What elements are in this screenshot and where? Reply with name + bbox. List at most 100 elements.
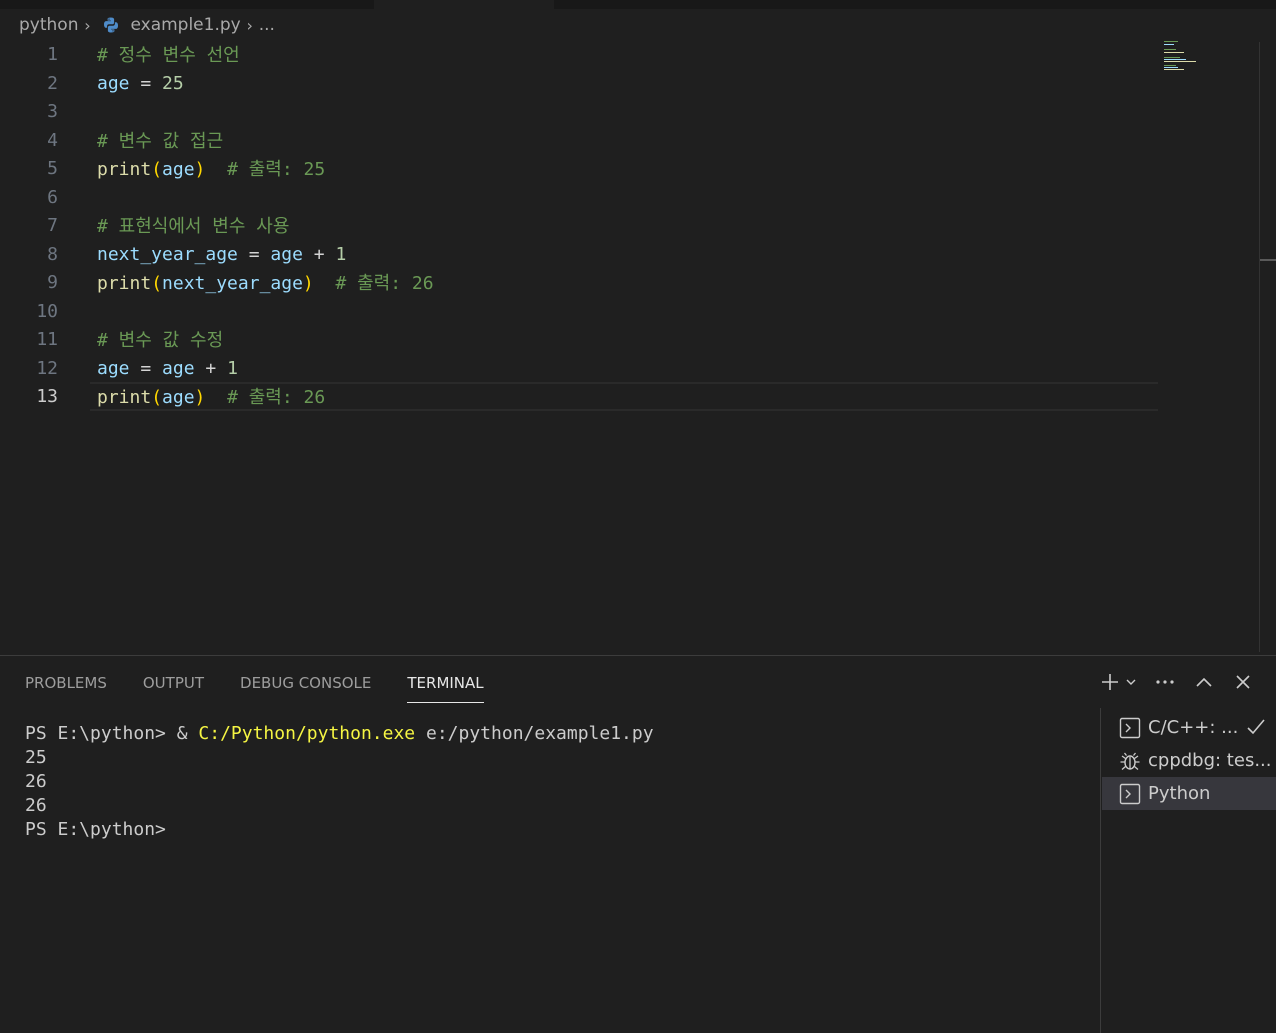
bottom-panel: PROBLEMS OUTPUT DEBUG CONSOLE TERMINAL P…: [0, 655, 1276, 1033]
code-line[interactable]: 1 # 정수 변수 선언: [0, 40, 1160, 68]
terminal-icon: [1119, 717, 1141, 738]
terminal-command-line: PS E:\python> & C:/Python/python.exe e:/…: [25, 722, 654, 746]
code-line[interactable]: 9 print(next_year_age) # 출력: 26: [0, 268, 1160, 296]
debug-bug-icon: [1120, 752, 1140, 770]
line-number: 11: [36, 328, 58, 350]
code-comment: # 출력: 26: [205, 387, 326, 408]
code-comment: # 정수 변수 선언: [97, 45, 240, 66]
line-number: 9: [47, 271, 58, 293]
breadcrumb: python › example1.py › ...: [19, 12, 275, 38]
code-operator: +: [194, 357, 228, 379]
panel-tab-bar: PROBLEMS OUTPUT DEBUG CONSOLE TERMINAL: [0, 656, 495, 708]
code-comment: # 변수 값 접근: [97, 131, 224, 152]
maximize-panel-icon[interactable]: [1191, 669, 1217, 695]
breadcrumb-folder[interactable]: python: [19, 15, 78, 35]
terminal-output-line: 26: [25, 795, 47, 816]
tab-problems[interactable]: PROBLEMS: [25, 656, 107, 708]
code-line[interactable]: 13 print(age) # 출력: 26: [0, 382, 1160, 410]
breadcrumb-file[interactable]: example1.py: [130, 15, 240, 35]
code-number: 1: [227, 357, 238, 379]
code-line[interactable]: 8 next_year_age = age + 1: [0, 240, 1160, 268]
check-icon: [1247, 719, 1265, 735]
add-terminal-icon[interactable]: [1099, 669, 1121, 695]
terminal-list-item[interactable]: cppdbg: tes...: [1102, 744, 1276, 777]
code-variable: age: [162, 387, 195, 408]
tab-terminal[interactable]: TERMINAL: [407, 656, 484, 708]
terminal-list-item[interactable]: Python: [1102, 777, 1276, 810]
code-function: print: [97, 387, 152, 408]
code-number: 25: [162, 72, 184, 94]
code-function: print: [97, 159, 152, 180]
terminal-ampersand: &: [176, 723, 199, 744]
terminal-output-line: 26: [25, 771, 47, 792]
code-line[interactable]: 11 # 변수 값 수정: [0, 325, 1160, 353]
code-bracket: ): [194, 159, 206, 180]
code-variable: age: [270, 243, 303, 265]
code-line[interactable]: 10: [0, 297, 1160, 325]
terminal-list-label: Python: [1148, 783, 1211, 804]
code-line[interactable]: 3: [0, 97, 1160, 125]
code-comment: # 출력: 25: [205, 159, 326, 180]
code-bracket: (: [151, 273, 163, 294]
code-line[interactable]: 2 age = 25: [0, 69, 1160, 97]
chevron-right-icon: ›: [84, 15, 91, 35]
code-function: print: [97, 273, 152, 294]
terminal-prompt: PS E:\python>: [25, 819, 166, 840]
editor-tab-strip: [0, 0, 1276, 9]
code-variable: age: [162, 159, 195, 180]
code-variable: age: [97, 357, 130, 379]
code-comment: # 표현식에서 변수 사용: [97, 216, 290, 237]
panel-actions: [1099, 668, 1256, 696]
line-number: 10: [36, 300, 58, 322]
close-icon[interactable]: [1230, 669, 1256, 695]
line-number: 3: [47, 100, 58, 122]
terminal-prompt: PS E:\python>: [25, 723, 177, 744]
line-number: 7: [47, 214, 58, 236]
breadcrumb-more[interactable]: ...: [259, 15, 275, 35]
code-operator: =: [129, 357, 163, 379]
tab-output[interactable]: OUTPUT: [143, 656, 204, 708]
line-number: 13: [36, 385, 58, 407]
code-line[interactable]: 6: [0, 183, 1160, 211]
code-variable: next_year_age: [97, 243, 238, 265]
code-bracket: (: [151, 387, 163, 408]
line-number: 6: [47, 186, 58, 208]
code-line[interactable]: 5 print(age) # 출력: 25: [0, 154, 1160, 182]
minimap[interactable]: [1160, 40, 1210, 72]
code-variable: age: [162, 357, 195, 379]
code-comment: # 출력: 26: [313, 273, 434, 294]
terminal-list: C/C++: ... cppdbg: tes... Python: [1100, 708, 1276, 1033]
more-icon[interactable]: [1152, 669, 1178, 695]
line-number: 12: [36, 357, 58, 379]
scrollbar-cursor-marker: [1260, 259, 1276, 261]
tab-debug-console[interactable]: DEBUG CONSOLE: [240, 656, 371, 708]
code-bracket: ): [302, 273, 314, 294]
terminal-icon: [1119, 783, 1141, 804]
code-editor[interactable]: 1 # 정수 변수 선언 2 age = 25 3 4 # 변수 값 접근 5 …: [0, 40, 1260, 652]
chevron-down-icon[interactable]: [1123, 669, 1139, 695]
code-comment: # 변수 값 수정: [97, 330, 224, 351]
code-operator: +: [302, 243, 336, 265]
terminal-list-item[interactable]: C/C++: ...: [1102, 711, 1276, 744]
code-operator: =: [129, 72, 163, 94]
terminal-output-line: 25: [25, 747, 47, 768]
line-number: 4: [47, 129, 58, 151]
terminal-executable: C:/Python/python.exe: [198, 723, 416, 744]
line-number: 1: [47, 43, 58, 65]
line-number: 2: [47, 72, 58, 94]
line-number: 8: [47, 243, 58, 265]
code-bracket: ): [194, 387, 206, 408]
terminal-argument: e:/python/example1.py: [415, 723, 654, 744]
code-variable: age: [97, 72, 130, 94]
active-editor-tab[interactable]: [374, 0, 554, 9]
line-number: 5: [47, 157, 58, 179]
terminal-list-label: C/C++: ...: [1148, 717, 1239, 738]
terminal-output[interactable]: PS E:\python> & C:/Python/python.exe e:/…: [25, 722, 654, 842]
code-bracket: (: [151, 159, 163, 180]
code-line[interactable]: 12 age = age + 1: [0, 354, 1160, 382]
code-line[interactable]: 7 # 표현식에서 변수 사용: [0, 211, 1160, 239]
code-line[interactable]: 4 # 변수 값 접근: [0, 126, 1160, 154]
terminal-list-label: cppdbg: tes...: [1148, 750, 1272, 771]
python-file-icon: [104, 17, 119, 33]
editor-scrollbar[interactable]: [1259, 42, 1260, 652]
